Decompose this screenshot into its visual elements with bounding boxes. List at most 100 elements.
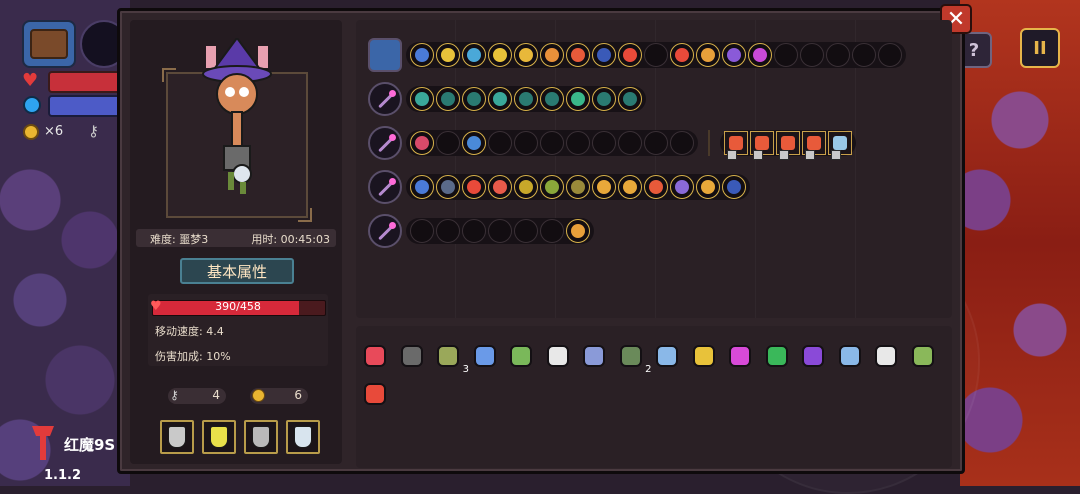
relic-item[interactable]: [725, 341, 755, 371]
empty-spell-slot[interactable]: [644, 43, 668, 67]
empty-spell-slot[interactable]: [436, 131, 460, 155]
spell-slot[interactable]: [696, 175, 720, 199]
spell-slot[interactable]: [540, 87, 564, 111]
tab-basic-attributes[interactable]: 基本属性: [180, 258, 294, 284]
spell-slot[interactable]: [618, 87, 642, 111]
spell-slot[interactable]: [566, 87, 590, 111]
spell-slot[interactable]: [488, 43, 512, 67]
empty-spell-slot[interactable]: [514, 219, 538, 243]
spell-slot[interactable]: [722, 175, 746, 199]
relic-item[interactable]: [689, 341, 719, 371]
trigger-tag-icon: [831, 150, 841, 160]
empty-spell-slot[interactable]: [488, 131, 512, 155]
wand-icon[interactable]: [368, 82, 402, 116]
empty-spell-slot[interactable]: [618, 131, 642, 155]
empty-spell-slot[interactable]: [566, 131, 590, 155]
spell-slot[interactable]: [410, 131, 434, 155]
spell-slot[interactable]: [670, 175, 694, 199]
spell-slot[interactable]: [566, 175, 590, 199]
spell-slot[interactable]: [514, 175, 538, 199]
spell-icon: [753, 48, 767, 62]
wand-icon[interactable]: [368, 170, 402, 204]
empty-spell-slot[interactable]: [800, 43, 824, 67]
spell-slot[interactable]: [488, 87, 512, 111]
spell-slot[interactable]: [462, 175, 486, 199]
relic-item[interactable]: [470, 341, 500, 371]
spell-slot[interactable]: [462, 43, 486, 67]
relic-item[interactable]: [835, 341, 865, 371]
wand-icon[interactable]: [368, 214, 402, 248]
relic-item[interactable]: [543, 341, 573, 371]
spell-slot[interactable]: [410, 43, 434, 67]
spell-slot[interactable]: [566, 219, 590, 243]
relic-item[interactable]: [506, 341, 536, 371]
empty-spell-slot[interactable]: [878, 43, 902, 67]
potion-slot[interactable]: [160, 420, 194, 454]
chest-icon[interactable]: [368, 38, 402, 72]
spell-slot[interactable]: [566, 43, 590, 67]
spell-slot[interactable]: [436, 87, 460, 111]
spell-slot[interactable]: [540, 43, 564, 67]
empty-spell-slot[interactable]: [462, 219, 486, 243]
trigger-slot[interactable]: [776, 131, 800, 160]
relic-count: 2: [645, 364, 652, 375]
relic-item[interactable]: 3: [433, 341, 469, 375]
empty-spell-slot[interactable]: [670, 131, 694, 155]
wand-icon[interactable]: [368, 126, 402, 160]
spell-slot[interactable]: [748, 43, 772, 67]
empty-spell-slot[interactable]: [488, 219, 512, 243]
empty-spell-slot[interactable]: [644, 131, 668, 155]
spell-slot[interactable]: [618, 175, 642, 199]
empty-spell-slot[interactable]: [410, 219, 434, 243]
spell-slot[interactable]: [722, 43, 746, 67]
spell-slot[interactable]: [410, 87, 434, 111]
potion-slot[interactable]: [286, 420, 320, 454]
spell-slot[interactable]: [436, 43, 460, 67]
empty-spell-slot[interactable]: [436, 219, 460, 243]
potion-slot[interactable]: [244, 420, 278, 454]
spell-slot[interactable]: [410, 175, 434, 199]
spell-slot-track: [406, 218, 594, 244]
spell-slot[interactable]: [670, 43, 694, 67]
relic-item[interactable]: [798, 341, 828, 371]
empty-spell-slot[interactable]: [540, 219, 564, 243]
pause-button[interactable]: II: [1020, 28, 1060, 68]
relic-item[interactable]: [579, 341, 609, 371]
relic-item[interactable]: [762, 341, 792, 371]
trigger-slot[interactable]: [750, 131, 774, 160]
empty-spell-slot[interactable]: [540, 131, 564, 155]
inventory-chest-button[interactable]: [22, 20, 76, 68]
spell-slot[interactable]: [592, 43, 616, 67]
spell-slot[interactable]: [696, 43, 720, 67]
relic-item[interactable]: [360, 379, 390, 409]
spell-slot[interactable]: [514, 43, 538, 67]
spell-slot[interactable]: [592, 175, 616, 199]
trigger-slot-track: [720, 130, 856, 160]
empty-spell-slot[interactable]: [826, 43, 850, 67]
spell-slot[interactable]: [644, 175, 668, 199]
spell-slot[interactable]: [462, 87, 486, 111]
relic-item[interactable]: [871, 341, 901, 371]
relic-icon: [765, 345, 788, 367]
spell-slot[interactable]: [462, 131, 486, 155]
empty-spell-slot[interactable]: [514, 131, 538, 155]
spell-slot[interactable]: [618, 43, 642, 67]
relic-item[interactable]: [397, 341, 427, 371]
relic-item[interactable]: 2: [616, 341, 652, 375]
relic-item[interactable]: [908, 341, 938, 371]
spell-slot[interactable]: [488, 175, 512, 199]
empty-spell-slot[interactable]: [852, 43, 876, 67]
spell-slot[interactable]: [592, 87, 616, 111]
relic-item[interactable]: [652, 341, 682, 371]
relic-item[interactable]: [360, 341, 390, 371]
spell-icon: [441, 48, 455, 62]
potion-slot[interactable]: [202, 420, 236, 454]
spell-slot[interactable]: [436, 175, 460, 199]
spell-slot[interactable]: [540, 175, 564, 199]
empty-spell-slot[interactable]: [774, 43, 798, 67]
trigger-slot[interactable]: [828, 131, 852, 160]
spell-slot[interactable]: [514, 87, 538, 111]
trigger-slot[interactable]: [724, 131, 748, 160]
empty-spell-slot[interactable]: [592, 131, 616, 155]
trigger-slot[interactable]: [802, 131, 826, 160]
